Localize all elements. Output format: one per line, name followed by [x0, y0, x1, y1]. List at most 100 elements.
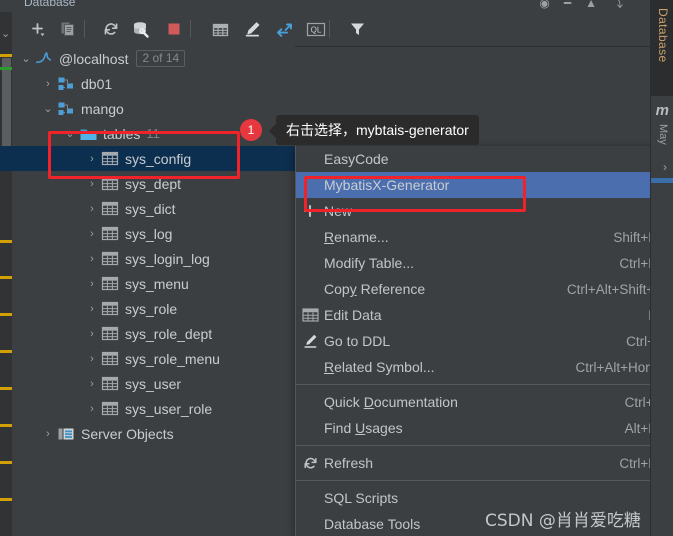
filter-button[interactable]: [345, 18, 369, 40]
tree-row-label: sys_menu: [125, 275, 189, 292]
menu-item-label: Related Symbol...: [324, 359, 435, 375]
filter-funnel-icon: [350, 23, 364, 35]
menu-rename[interactable]: Rename... Shift+F6: [296, 224, 673, 250]
tree-row-mango[interactable]: ⌄ mango: [12, 96, 295, 121]
tree-row-sys_login_log[interactable]: › sys_login_log: [12, 246, 295, 271]
menu-item-label: Quick Documentation: [324, 394, 458, 410]
chevron-right-icon[interactable]: ›: [84, 203, 100, 215]
chevron-right-icon[interactable]: ›: [84, 328, 100, 340]
connection-count-badge: 2 of 14: [136, 50, 186, 67]
menu-edit-data[interactable]: Edit DataF4: [296, 302, 673, 328]
chevron-down-icon[interactable]: ⌄: [40, 102, 56, 115]
tree-row-sys_role_menu[interactable]: › sys_role_menu: [12, 346, 295, 371]
tree-row-db01[interactable]: › db01: [12, 71, 295, 96]
table-icon: [100, 401, 120, 416]
jump-to-button[interactable]: [272, 18, 296, 40]
chevron-right-icon[interactable]: ›: [84, 378, 100, 390]
plus-dropdown-icon: [32, 23, 45, 37]
annotation-callout: 右击选择，mybtais-generator: [269, 115, 479, 145]
menu-modify-table[interactable]: Modify Table... Ctrl+F6: [296, 250, 673, 276]
chevron-right-icon[interactable]: ›: [40, 428, 56, 440]
sidebar-tab-database-label: Database: [656, 8, 670, 63]
db-wrench-icon: [133, 21, 149, 38]
tree-row-sys_user_role[interactable]: › sys_user_role: [12, 396, 295, 421]
menu-copy-reference[interactable]: Copy Reference Ctrl+Alt+Shift+C: [296, 276, 673, 302]
table-editor-button[interactable]: [208, 18, 232, 40]
tree-row-sys_role_dept[interactable]: › sys_role_dept: [12, 321, 295, 346]
refresh-button[interactable]: [99, 18, 123, 40]
tree-row-serverobjects[interactable]: › Server Objects: [12, 421, 295, 446]
gutter-marker: [0, 313, 12, 316]
menu-go-to-ddl[interactable]: Go to DDL Ctrl+B: [296, 328, 673, 354]
tool-window-header: Database ◉━▲⤵: [0, 0, 673, 12]
tree-row-label: Server Objects: [81, 425, 174, 442]
menu-easycode[interactable]: EasyCode ›: [296, 146, 673, 172]
sidebar-tab-maven-label: May: [657, 124, 669, 145]
menu-new[interactable]: New›: [296, 198, 673, 224]
chevron-right-icon[interactable]: ›: [84, 153, 100, 165]
copy-icon: [61, 22, 74, 36]
table-icon: [100, 251, 120, 266]
duplicate-button[interactable]: [56, 18, 80, 40]
menu-quick-documentation[interactable]: Quick Documentation Ctrl+Q: [296, 389, 673, 415]
stop-square-icon: [168, 23, 180, 35]
menu-refresh[interactable]: Refresh Ctrl+F5: [296, 450, 673, 476]
chevron-down-icon[interactable]: ⌄: [62, 127, 78, 140]
toolbar-separator: [84, 20, 85, 38]
menu-item-label: New: [324, 203, 353, 219]
tree-row-label: sys_user_role: [125, 400, 213, 417]
chevron-right-icon[interactable]: ›: [663, 160, 667, 174]
collapse-chevron-icon[interactable]: ⌄: [1, 27, 10, 40]
pencil-icon: [245, 22, 259, 37]
tree-selection-strip: [0, 146, 12, 171]
query-console-button[interactable]: QL: [304, 18, 328, 40]
watermark: CSDN @肖肖爱吃糖: [485, 511, 641, 531]
maven-icon[interactable]: m: [656, 102, 669, 119]
table-icon: [100, 151, 120, 166]
tree-row-label: sys_user: [125, 375, 182, 392]
svg-text:QL: QL: [311, 25, 322, 34]
chevron-right-icon[interactable]: ›: [84, 253, 100, 265]
context-menu[interactable]: EasyCode›MybatisX-GeneratorNew›Rename...…: [295, 146, 673, 536]
chevron-right-icon[interactable]: ›: [84, 303, 100, 315]
editor-gutter: ⌄: [0, 12, 12, 536]
tree-row-sys_role[interactable]: › sys_role: [12, 296, 295, 321]
menu-related-symbol[interactable]: Related Symbol... Ctrl+Alt+Home: [296, 354, 673, 380]
chevron-right-icon[interactable]: ›: [84, 403, 100, 415]
ql-icon: QL: [306, 22, 326, 36]
menu-mybatisx-generator[interactable]: MybatisX-Generator: [296, 172, 673, 198]
right-tool-sidebar: Database m May ›: [650, 0, 673, 536]
chevron-right-icon[interactable]: ›: [84, 278, 100, 290]
menu-separator: [296, 384, 673, 385]
plus-icon: [296, 203, 324, 219]
tree-row-sys_menu[interactable]: › sys_menu: [12, 271, 295, 296]
chevron-right-icon[interactable]: ›: [84, 178, 100, 190]
gutter-marker: [0, 276, 12, 279]
tree-row-sys_dept[interactable]: › sys_dept: [12, 171, 295, 196]
tree-row-sys_dict[interactable]: › sys_dict: [12, 196, 295, 221]
menu-find-usages[interactable]: Find Usages Alt+F7: [296, 415, 673, 441]
gutter-marker: [0, 424, 12, 427]
modify-button[interactable]: [240, 18, 264, 40]
menu-separator: [296, 480, 673, 481]
stop-button[interactable]: [162, 18, 186, 40]
tree-row-localhost[interactable]: ⌄ @localhost 2 of 14: [12, 46, 295, 71]
chevron-right-icon[interactable]: ›: [84, 353, 100, 365]
chevron-down-icon[interactable]: ⌄: [18, 52, 34, 65]
add-data-source-button[interactable]: [26, 18, 50, 40]
chevron-right-icon[interactable]: ›: [40, 78, 56, 90]
tree-row-sys_config[interactable]: › sys_config: [12, 146, 295, 171]
chevron-right-icon[interactable]: ›: [84, 228, 100, 240]
gutter-marker: [0, 387, 12, 390]
toolbar-separator: [190, 20, 191, 38]
database-tools-button[interactable]: [129, 18, 153, 40]
tree-row-sys_log[interactable]: › sys_log: [12, 221, 295, 246]
vertical-scrollbar-thumb[interactable]: [2, 58, 11, 150]
gutter-marker: [0, 350, 12, 353]
tree-row-sys_user[interactable]: › sys_user: [12, 371, 295, 396]
mysql-dolphin-icon: [34, 51, 54, 67]
tree-row-label: sys_role_menu: [125, 350, 220, 367]
tree-row-label: sys_log: [125, 225, 173, 242]
schema-icon: [56, 101, 76, 117]
table-icon: [100, 301, 120, 316]
